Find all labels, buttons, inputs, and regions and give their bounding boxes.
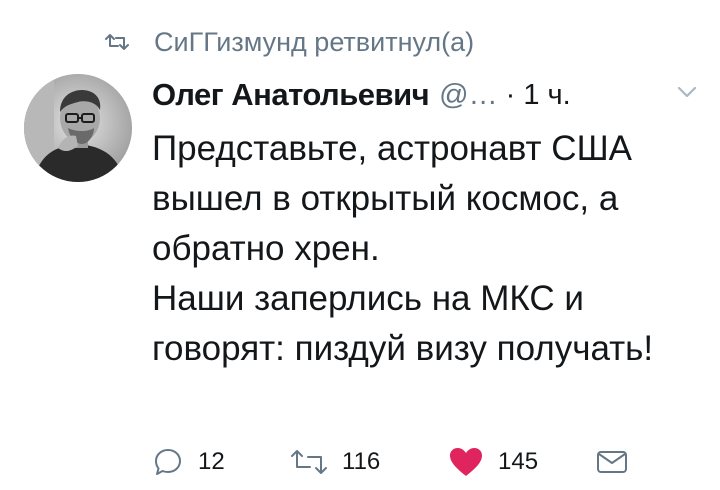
- avatar-image: [24, 74, 132, 182]
- like-count: 145: [498, 448, 539, 475]
- reply-icon: [155, 449, 181, 475]
- chevron-down-icon[interactable]: [676, 84, 698, 100]
- tweet-actions: 12 116 145: [152, 440, 672, 484]
- tweet-paragraph: Представьте, астронавт США вышел в откры…: [152, 129, 632, 268]
- retweet-banner-text: СиГГизмунд ретвитнул(а): [154, 26, 475, 57]
- retweet-button[interactable]: 116: [290, 440, 380, 484]
- tweet-header: Олег Анатольевич @… · 1 ч.: [152, 72, 571, 118]
- reply-button[interactable]: 12: [152, 440, 225, 484]
- retweet-banner[interactable]: СиГГизмунд ретвитнул(а): [104, 22, 474, 62]
- retweet-icon: [291, 450, 327, 474]
- tweet-timestamp[interactable]: · 1 ч.: [506, 79, 571, 112]
- author-handle[interactable]: @…: [439, 79, 497, 112]
- envelope-icon: [597, 451, 627, 473]
- heart-icon: [450, 448, 482, 476]
- direct-message-button[interactable]: [596, 440, 628, 484]
- retweet-count: 116: [342, 448, 381, 475]
- avatar[interactable]: [24, 74, 132, 182]
- retweet-icon: [105, 34, 129, 50]
- tweet-text: Представьте, астронавт США вышел в откры…: [152, 124, 707, 374]
- like-button[interactable]: 145: [448, 440, 538, 484]
- tweet-paragraph: Наши заперлись на МКС и говорят: пиздуй …: [152, 279, 654, 368]
- author-name[interactable]: Олег Анатольевич: [152, 77, 430, 113]
- reply-count: 12: [198, 448, 225, 475]
